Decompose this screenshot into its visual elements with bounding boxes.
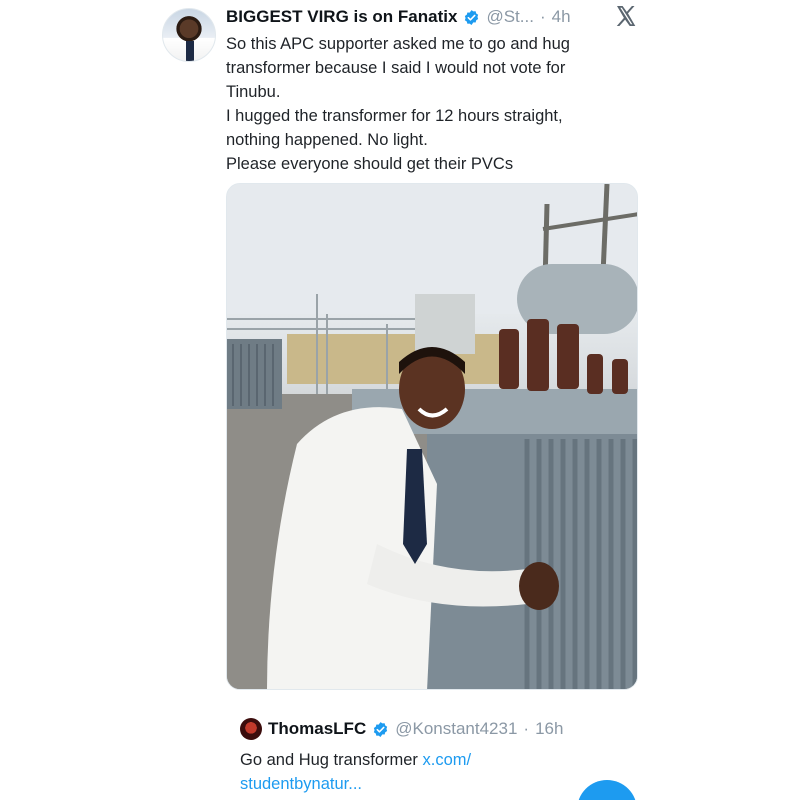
tweet-text-line: Tinubu. [226, 83, 281, 101]
quoted-author-avatar[interactable] [240, 718, 262, 740]
author-handle[interactable]: @St... [486, 7, 534, 27]
tweet-text-line: transformer because I said I would not v… [226, 59, 566, 77]
quoted-link[interactable]: x.com/ [423, 751, 472, 769]
x-logo-icon[interactable] [614, 4, 638, 28]
quoted-link-continued[interactable]: studentbynatur... [240, 775, 362, 793]
tweet-timestamp[interactable]: 4h [552, 7, 571, 27]
tweet-header: BIGGEST VIRG is on Fanatix @St... · 4h [226, 5, 571, 29]
quoted-tweet-text: Go and Hug transformer x.com/ studentbyn… [240, 748, 540, 796]
verified-badge-icon [374, 721, 388, 737]
tweet-text-line: So this APC supporter asked me to go and… [226, 35, 570, 53]
tweet-photo[interactable] [226, 183, 638, 690]
compose-fab-button[interactable] [577, 780, 637, 800]
quoted-text-body: Go and Hug transformer [240, 751, 423, 769]
quoted-tweet-header: ThomasLFC @Konstant4231 · 16h [240, 716, 563, 742]
tweet-text-line: nothing happened. No light. [226, 131, 428, 149]
quoted-author-display-name[interactable]: ThomasLFC [268, 719, 366, 739]
author-avatar[interactable] [162, 8, 216, 62]
tweet-card: BIGGEST VIRG is on Fanatix @St... · 4h S… [0, 0, 800, 800]
tweet-text-line: Please everyone should get their PVCs [226, 155, 514, 173]
quoted-author-handle[interactable]: @Konstant4231 [395, 719, 517, 739]
quoted-tweet-timestamp[interactable]: 16h [535, 719, 563, 739]
verified-badge-icon [465, 9, 479, 25]
tweet-text-line: I hugged the transformer for 12 hours st… [226, 107, 563, 125]
tweet-text: So this APC supporter asked me to go and… [226, 32, 626, 176]
photo-scene [227, 184, 637, 689]
header-separator: · [539, 7, 546, 26]
author-display-name[interactable]: BIGGEST VIRG is on Fanatix [226, 7, 457, 27]
quoted-header-separator: · [523, 719, 530, 738]
